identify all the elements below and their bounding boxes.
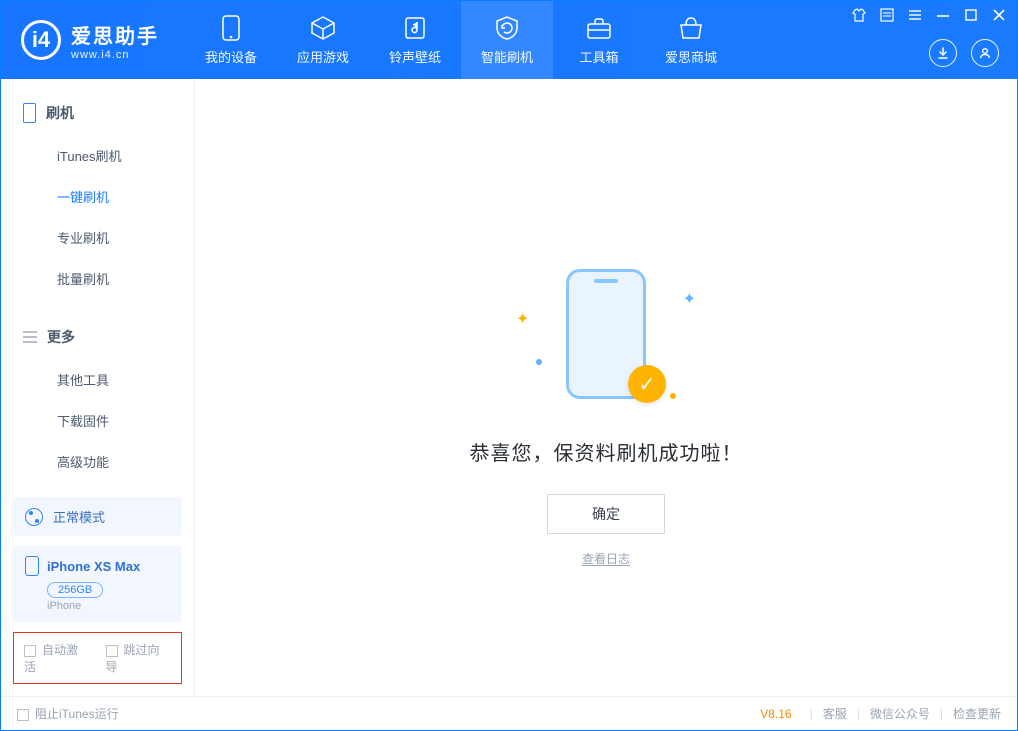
status-link-update[interactable]: 检查更新 bbox=[953, 705, 1001, 722]
sidebar-item-one-click-flash[interactable]: 一键刷机 bbox=[1, 176, 194, 217]
main-tabs: 我的设备 应用游戏 铃声壁纸 智能刷机 工具箱 爱思商城 bbox=[185, 1, 737, 79]
sparkle-icon: ✦ bbox=[683, 289, 696, 309]
view-log-link[interactable]: 查看日志 bbox=[582, 550, 630, 567]
ok-button[interactable]: 确定 bbox=[547, 494, 665, 534]
tab-store[interactable]: 爱思商城 bbox=[645, 1, 737, 79]
version-label: V8.16 bbox=[760, 707, 791, 721]
list-icon bbox=[23, 331, 37, 343]
user-button[interactable] bbox=[971, 39, 999, 67]
sidebar: 刷机 iTunes刷机 一键刷机 专业刷机 批量刷机 更多 其他工具 下载固件 … bbox=[1, 79, 195, 696]
skip-guide-checkbox[interactable]: 跳过向导 bbox=[106, 641, 172, 675]
tab-smart-flash[interactable]: 智能刷机 bbox=[461, 1, 553, 79]
auto-activate-checkbox[interactable]: 自动激活 bbox=[24, 641, 90, 675]
download-button[interactable] bbox=[929, 39, 957, 67]
device-box[interactable]: iPhone XS Max 256GB iPhone bbox=[13, 546, 182, 622]
dot-icon bbox=[670, 393, 676, 399]
tab-ringtone-wallpaper[interactable]: 铃声壁纸 bbox=[369, 1, 461, 79]
tab-toolbox[interactable]: 工具箱 bbox=[553, 1, 645, 79]
sidebar-title-more: 更多 bbox=[1, 321, 194, 353]
options-highlight-box: 自动激活 跳过向导 bbox=[13, 632, 182, 684]
logo-icon: i4 bbox=[21, 20, 61, 60]
device-capacity: 256GB bbox=[47, 582, 103, 598]
device-name: iPhone XS Max bbox=[47, 559, 140, 574]
phone-outline-icon bbox=[23, 103, 36, 123]
success-illustration: ✦ ✦ ✓ bbox=[506, 269, 706, 409]
maximize-button[interactable] bbox=[963, 7, 979, 23]
sidebar-group-flash: 刷机 iTunes刷机 一键刷机 专业刷机 批量刷机 bbox=[1, 79, 194, 303]
app-name: 爱思助手 bbox=[71, 20, 159, 49]
sidebar-title-flash: 刷机 bbox=[1, 97, 194, 129]
window-controls bbox=[851, 7, 1007, 23]
menu-square-icon[interactable] bbox=[879, 7, 895, 23]
app-logo: i4 爱思助手 www.i4.cn bbox=[1, 1, 177, 79]
app-window: i4 爱思助手 www.i4.cn 我的设备 应用游戏 铃声壁纸 智能刷机 bbox=[0, 0, 1018, 731]
sparkle-icon: ✦ bbox=[516, 309, 529, 329]
app-url: www.i4.cn bbox=[71, 49, 159, 61]
sidebar-item-advanced[interactable]: 高级功能 bbox=[1, 441, 194, 482]
store-icon bbox=[678, 15, 704, 41]
device-subtitle: iPhone bbox=[47, 600, 170, 612]
sidebar-item-other-tools[interactable]: 其他工具 bbox=[1, 359, 194, 400]
cube-icon bbox=[310, 15, 336, 41]
titlebar: i4 爱思助手 www.i4.cn 我的设备 应用游戏 铃声壁纸 智能刷机 bbox=[1, 1, 1017, 79]
success-message: 恭喜您，保资料刷机成功啦！ bbox=[470, 437, 743, 466]
status-bar: 阻止iTunes运行 V8.16 | 客服 | 微信公众号 | 检查更新 bbox=[1, 696, 1017, 730]
device-icon bbox=[218, 15, 244, 41]
mode-label: 正常模式 bbox=[53, 507, 105, 526]
close-button[interactable] bbox=[991, 7, 1007, 23]
main-panel: ✦ ✦ ✓ 恭喜您，保资料刷机成功啦！ 确定 查看日志 bbox=[195, 79, 1017, 696]
status-link-wechat[interactable]: 微信公众号 bbox=[870, 705, 930, 722]
sidebar-item-pro-flash[interactable]: 专业刷机 bbox=[1, 217, 194, 258]
device-phone-icon bbox=[25, 556, 39, 576]
check-badge-icon: ✓ bbox=[628, 365, 666, 403]
music-note-icon bbox=[402, 15, 428, 41]
shirt-icon[interactable] bbox=[851, 7, 867, 23]
block-itunes-checkbox[interactable]: 阻止iTunes运行 bbox=[17, 705, 119, 722]
titlebar-actions bbox=[929, 39, 999, 67]
refresh-shield-icon bbox=[494, 15, 520, 41]
sidebar-item-download-firmware[interactable]: 下载固件 bbox=[1, 400, 194, 441]
sidebar-item-batch-flash[interactable]: 批量刷机 bbox=[1, 258, 194, 299]
status-link-support[interactable]: 客服 bbox=[823, 705, 847, 722]
dot-icon bbox=[536, 359, 542, 365]
mode-box[interactable]: 正常模式 bbox=[13, 497, 182, 536]
sidebar-group-more: 更多 其他工具 下载固件 高级功能 bbox=[1, 303, 194, 486]
tab-my-device[interactable]: 我的设备 bbox=[185, 1, 277, 79]
toolbox-icon bbox=[586, 15, 612, 41]
sidebar-item-itunes-flash[interactable]: iTunes刷机 bbox=[1, 135, 194, 176]
tab-apps-games[interactable]: 应用游戏 bbox=[277, 1, 369, 79]
mode-icon bbox=[25, 508, 43, 526]
app-body: 刷机 iTunes刷机 一键刷机 专业刷机 批量刷机 更多 其他工具 下载固件 … bbox=[1, 79, 1017, 696]
list-icon[interactable] bbox=[907, 7, 923, 23]
minimize-button[interactable] bbox=[935, 7, 951, 23]
